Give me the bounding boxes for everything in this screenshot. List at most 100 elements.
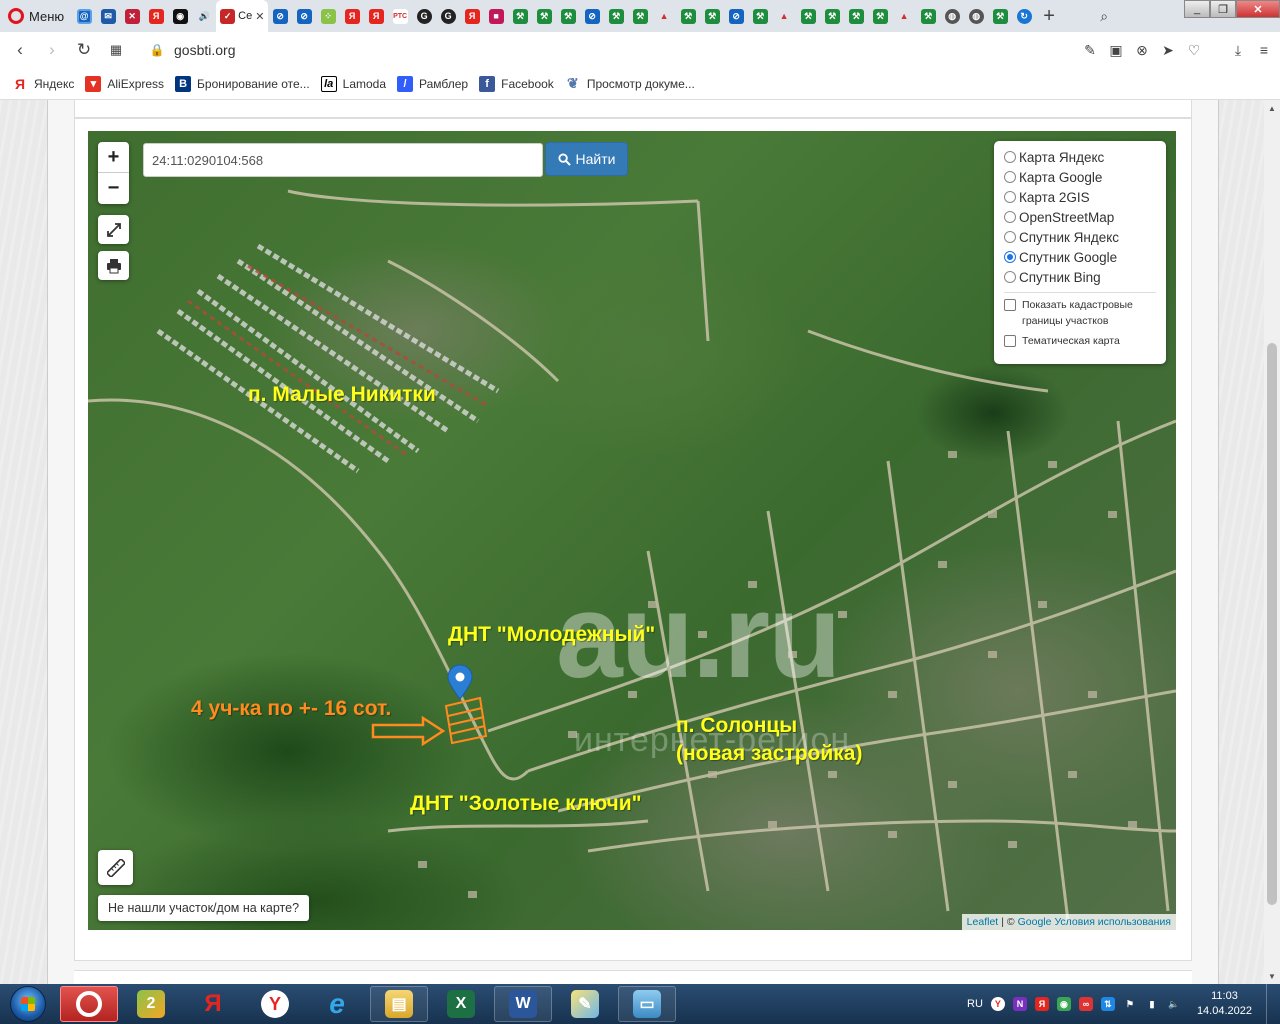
tab-22[interactable]: ⚒ — [604, 0, 628, 32]
onenote-tray-icon[interactable]: N — [1012, 997, 1027, 1011]
tab-27[interactable]: ⊘ — [724, 0, 748, 32]
measure-button[interactable] — [98, 850, 133, 885]
tab-11[interactable]: Я — [340, 0, 364, 32]
layer-option[interactable]: OpenStreetMap — [1004, 207, 1156, 227]
find-button[interactable]: Найти — [545, 142, 628, 176]
tab-34[interactable]: ▲ — [892, 0, 916, 32]
show-desktop-button[interactable] — [1266, 984, 1280, 1024]
menu-lines-icon[interactable]: ≡ — [1256, 42, 1272, 58]
tab-35[interactable]: ⚒ — [916, 0, 940, 32]
taskbar-yandex[interactable]: Я — [184, 986, 242, 1022]
tab-25[interactable]: ⚒ — [676, 0, 700, 32]
reload-button[interactable]: ↻ — [68, 32, 100, 68]
taskbar-yandex-browser[interactable]: Y — [246, 986, 304, 1022]
satellite-map[interactable]: au.ru интернет-регион п. Малые Никитки Д… — [88, 131, 1176, 930]
tab-14[interactable]: G — [412, 0, 436, 32]
bookmark-booking[interactable]: B Бронирование оте... — [175, 75, 310, 92]
overlay-option[interactable]: Показать кадастровые границы участков — [1004, 297, 1156, 329]
tab-31[interactable]: ⚒ — [820, 0, 844, 32]
tab-17[interactable]: ■ — [484, 0, 508, 32]
tab-8[interactable]: ⊘ — [268, 0, 292, 32]
start-button[interactable] — [10, 986, 46, 1022]
overlay-checkbox[interactable] — [1004, 299, 1016, 311]
taskbar-maps[interactable]: 2 — [122, 986, 180, 1022]
heart-icon[interactable]: ♡ — [1186, 42, 1202, 59]
download-icon[interactable]: ⤓ — [1230, 42, 1246, 59]
tab-13[interactable]: РТС — [388, 0, 412, 32]
tab-6[interactable]: 🔊 — [192, 0, 216, 32]
zoom-out-button[interactable]: − — [98, 173, 129, 204]
tab-active[interactable]: ✓ Се ✕ — [216, 0, 269, 32]
taskbar-opera[interactable] — [60, 986, 118, 1022]
terms-link[interactable]: Условия использования — [1054, 916, 1171, 928]
network-tray-icon[interactable]: ▮ — [1145, 997, 1159, 1011]
url-field[interactable]: gosbti.org — [174, 42, 235, 58]
edit-icon[interactable]: ✎ — [1082, 42, 1098, 59]
tab-26[interactable]: ⚒ — [700, 0, 724, 32]
back-button[interactable]: ‹ — [4, 32, 36, 68]
taskbar-ie[interactable]: e — [308, 986, 366, 1022]
camera-icon[interactable]: ▣ — [1108, 42, 1124, 59]
tab-20[interactable]: ⚒ — [556, 0, 580, 32]
leaflet-link[interactable]: Leaflet — [967, 916, 999, 928]
zoom-in-button[interactable]: + — [98, 142, 129, 173]
tab-18[interactable]: ⚒ — [508, 0, 532, 32]
cadastral-search-input[interactable] — [143, 143, 543, 177]
location-marker-icon[interactable] — [447, 664, 473, 700]
language-indicator[interactable]: RU — [967, 998, 983, 1010]
bookmark-docs[interactable]: ❦ Просмотр докуме... — [565, 75, 695, 92]
forward-button[interactable]: › — [36, 32, 68, 68]
layer-option[interactable]: Спутник Bing — [1004, 267, 1156, 287]
tab-15[interactable]: G — [436, 0, 460, 32]
adblock-icon[interactable]: ⊗ — [1134, 42, 1150, 59]
opera-menu-button[interactable]: Меню — [0, 0, 72, 32]
tab-grid-button[interactable]: ▦ — [100, 32, 132, 68]
send-icon[interactable]: ➤ — [1160, 42, 1176, 59]
tab-21[interactable]: ⊘ — [580, 0, 604, 32]
taskbar-word[interactable]: W — [494, 986, 552, 1022]
layer-option[interactable]: Карта Google — [1004, 167, 1156, 187]
fullscreen-button[interactable] — [98, 215, 129, 244]
taskbar-excel[interactable]: X — [432, 986, 490, 1022]
tab-28[interactable]: ⚒ — [748, 0, 772, 32]
tab-5[interactable]: ◉ — [168, 0, 192, 32]
close-window-button[interactable]: ✕ — [1236, 0, 1280, 18]
bookmark-rambler[interactable]: / Рамблер — [397, 75, 468, 92]
yandex-disk-tray-icon[interactable]: Я — [1034, 997, 1049, 1011]
bookmark-lamoda[interactable]: la Lamoda — [320, 75, 386, 92]
tab-38[interactable]: ⚒ — [988, 0, 1012, 32]
scroll-down-icon[interactable]: ▼ — [1264, 968, 1280, 984]
print-button[interactable] — [98, 251, 129, 280]
layer-option[interactable]: Спутник Яндекс — [1004, 227, 1156, 247]
taskbar-explorer[interactable]: ▤ — [370, 986, 428, 1022]
clock[interactable]: 11:03 14.04.2022 — [1197, 989, 1252, 1019]
layer-radio[interactable] — [1004, 211, 1016, 223]
overlay-checkbox[interactable] — [1004, 335, 1016, 347]
tab-23[interactable]: ⚒ — [628, 0, 652, 32]
tab-4[interactable]: Я — [144, 0, 168, 32]
bookmark-facebook[interactable]: f Facebook — [479, 75, 554, 92]
tab-39[interactable]: ↻ — [1012, 0, 1036, 32]
layer-option[interactable]: Карта Яндекс — [1004, 147, 1156, 167]
page-scrollbar[interactable]: ▲ ▼ — [1264, 100, 1280, 984]
tab-36[interactable]: ◍ — [940, 0, 964, 32]
taskbar-paint[interactable]: ✎ — [556, 986, 614, 1022]
tab-10[interactable]: ⁘ — [316, 0, 340, 32]
nvidia-tray-icon[interactable]: ◉ — [1056, 997, 1071, 1011]
maximize-button[interactable]: ❐ — [1210, 0, 1236, 18]
layer-radio[interactable] — [1004, 271, 1016, 283]
layer-radio-selected[interactable] — [1004, 251, 1016, 263]
tab-19[interactable]: ⚒ — [532, 0, 556, 32]
tab-24[interactable]: ▲ — [652, 0, 676, 32]
volume-tray-icon[interactable]: 🔈 — [1167, 997, 1181, 1011]
layer-radio[interactable] — [1004, 171, 1016, 183]
yandex-tray-icon[interactable]: Y — [990, 997, 1005, 1011]
flag-tray-icon[interactable]: ⚑ — [1123, 997, 1137, 1011]
new-tab-button[interactable]: + — [1036, 0, 1062, 32]
tab-16[interactable]: Я — [460, 0, 484, 32]
tab-33[interactable]: ⚒ — [868, 0, 892, 32]
bookmark-yandex[interactable]: Я Яндекс — [12, 76, 74, 92]
security-tray-icon[interactable]: ∞ — [1078, 997, 1093, 1011]
tab-32[interactable]: ⚒ — [844, 0, 868, 32]
tab-37[interactable]: ◍ — [964, 0, 988, 32]
